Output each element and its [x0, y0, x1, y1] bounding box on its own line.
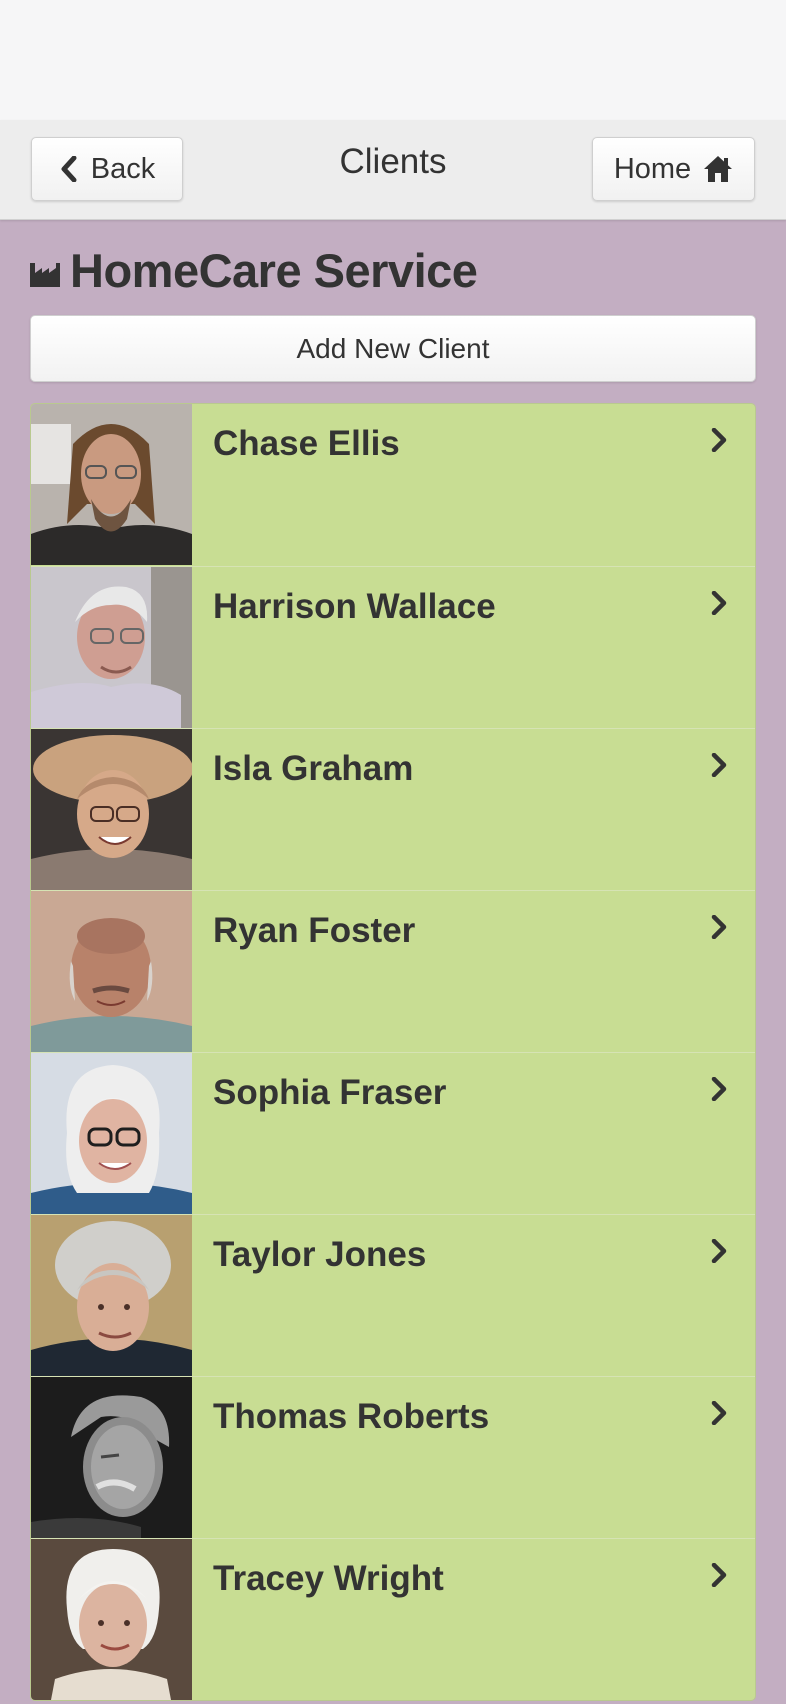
client-photo: [31, 1539, 192, 1700]
client-row[interactable]: Taylor Jones: [31, 1214, 755, 1376]
chevron-right-icon: [711, 428, 727, 452]
client-row[interactable]: Thomas Roberts: [31, 1376, 755, 1538]
chevron-right-icon: [711, 1563, 727, 1587]
client-photo: [31, 1215, 192, 1376]
client-name: Isla Graham: [213, 749, 414, 788]
home-button[interactable]: Home: [592, 137, 755, 201]
client-row[interactable]: Chase Ellis: [31, 404, 755, 566]
client-name: Ryan Foster: [213, 911, 416, 950]
brand-heading: HomeCare Service: [30, 240, 478, 300]
client-photo: [31, 891, 192, 1052]
client-row[interactable]: Sophia Fraser: [31, 1052, 755, 1214]
client-photo: [31, 1053, 192, 1214]
client-name: Harrison Wallace: [213, 587, 496, 626]
factory-icon: [30, 263, 60, 287]
home-icon: [704, 156, 733, 182]
app-header: Back Clients Home: [0, 120, 786, 220]
chevron-right-icon: [711, 1077, 727, 1101]
client-row[interactable]: Ryan Foster: [31, 890, 755, 1052]
chevron-right-icon: [711, 753, 727, 777]
chevron-right-icon: [711, 591, 727, 615]
client-list: Chase Ellis Harrison Wallace Isla Graham…: [30, 403, 756, 1701]
client-name: Tracey Wright: [213, 1559, 444, 1598]
client-name: Sophia Fraser: [213, 1073, 447, 1112]
client-row[interactable]: Tracey Wright: [31, 1538, 755, 1700]
add-new-client-button[interactable]: Add New Client: [30, 315, 756, 382]
client-photo: [31, 567, 192, 728]
client-name: Thomas Roberts: [213, 1397, 490, 1436]
client-name: Chase Ellis: [213, 424, 400, 463]
client-name: Taylor Jones: [213, 1235, 427, 1274]
status-bar-area: [0, 0, 786, 120]
client-photo: [31, 729, 192, 890]
client-photo: [31, 1377, 192, 1538]
chevron-right-icon: [711, 1401, 727, 1425]
client-row[interactable]: Isla Graham: [31, 728, 755, 890]
chevron-right-icon: [711, 1239, 727, 1263]
home-label: Home: [613, 152, 692, 185]
chevron-right-icon: [711, 915, 727, 939]
client-photo: [31, 404, 192, 565]
brand-title: HomeCare Service: [70, 243, 478, 297]
client-row[interactable]: Harrison Wallace: [31, 566, 755, 728]
